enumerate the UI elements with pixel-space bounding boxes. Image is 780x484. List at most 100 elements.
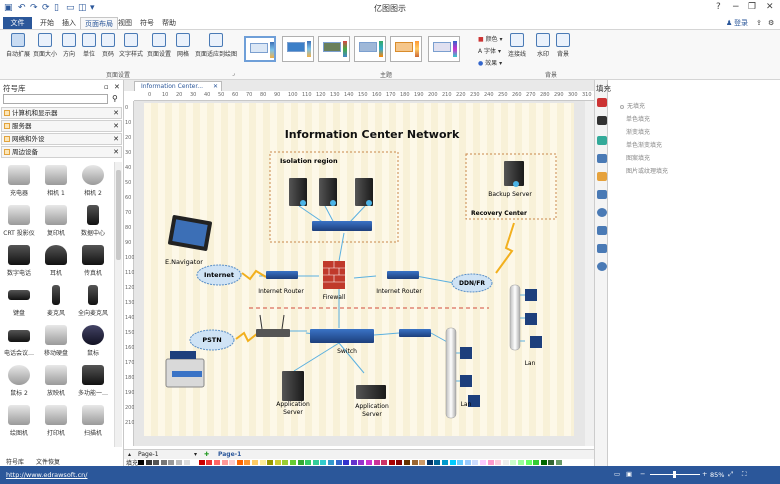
layer-icon[interactable]	[597, 172, 607, 181]
color-swatch[interactable]	[176, 460, 182, 465]
document-tab-close-icon[interactable]: ✕	[213, 82, 218, 91]
page-setup-launcher-icon[interactable]: ⌟	[232, 70, 235, 77]
library-search-input[interactable]	[3, 94, 108, 104]
website-link[interactable]: http://www.edrawsoft.cn/	[6, 471, 87, 479]
fill-option-none[interactable]: 无填充	[620, 101, 645, 110]
zoom-in-icon[interactable]: +	[702, 470, 707, 478]
settings-icon[interactable]: ⚙	[764, 17, 778, 29]
theme-4[interactable]	[354, 36, 386, 62]
color-swatch[interactable]	[183, 460, 190, 465]
internet-router-1-label[interactable]: Internet Router	[258, 288, 304, 295]
add-page-icon[interactable]: ✚	[204, 451, 209, 458]
tab-view[interactable]: 视图	[114, 17, 136, 29]
color-swatch[interactable]	[426, 460, 433, 465]
help-icon[interactable]: ?	[716, 2, 721, 12]
color-swatch[interactable]	[267, 460, 274, 465]
tab-home[interactable]: 开始	[36, 17, 58, 29]
app-server-1-label-line1[interactable]: Application	[276, 401, 310, 408]
color-swatch[interactable]	[160, 460, 167, 465]
isolation-region-label[interactable]: Isolation region	[280, 157, 338, 165]
shape-camera-1[interactable]: 相机 1	[38, 162, 74, 200]
tab-help[interactable]: 帮助	[158, 17, 180, 29]
color-swatch[interactable]	[419, 460, 426, 465]
color-swatch[interactable]	[297, 460, 304, 465]
color-swatch[interactable]	[335, 460, 342, 465]
color-swatch[interactable]	[548, 460, 555, 465]
internet-router-2[interactable]	[387, 271, 419, 279]
color-swatch[interactable]	[358, 460, 365, 465]
orientation-button[interactable]: 方向	[58, 33, 80, 58]
line-icon[interactable]	[597, 116, 607, 125]
switch-label[interactable]: Switch	[337, 348, 357, 355]
color-swatch[interactable]	[290, 460, 296, 465]
category-close-icon[interactable]: ✕	[113, 134, 119, 144]
color-swatch[interactable]	[533, 460, 540, 465]
lan-pc-2[interactable]	[525, 313, 537, 325]
wireless-router[interactable]	[256, 329, 290, 337]
pstn-cloud[interactable]: PSTN	[189, 329, 235, 351]
shape-copier[interactable]: 复印机	[38, 202, 74, 240]
recovery-center-label[interactable]: Recovery Center	[471, 210, 527, 217]
fill-option-single-gradient[interactable]: 单色渐变填充	[626, 140, 662, 149]
watermark-button[interactable]: 水印	[532, 33, 554, 58]
color-swatch[interactable]	[274, 460, 281, 465]
library-scroll-thumb[interactable]	[116, 170, 121, 260]
internet-router-1[interactable]	[266, 271, 298, 279]
color-swatch[interactable]	[259, 460, 266, 465]
lan-column-left[interactable]	[445, 327, 457, 419]
page-size-button[interactable]: 页面大小	[32, 33, 58, 58]
auto-expand-button[interactable]: 自动扩展	[5, 33, 31, 58]
page-selector[interactable]: Page-1	[138, 451, 159, 458]
fill-option-gradient[interactable]: 渐变填充	[626, 127, 650, 136]
theme-1[interactable]	[244, 36, 276, 62]
app-server-2-label-line2[interactable]: Server	[362, 411, 382, 418]
lan-left-pc-2[interactable]	[460, 375, 472, 387]
shape-headphones[interactable]: 耳机	[38, 242, 74, 280]
ddn-fr-cloud[interactable]: DDN/FR	[451, 273, 493, 293]
color-swatch[interactable]	[214, 460, 220, 465]
color-swatch[interactable]	[411, 460, 418, 465]
application-server-2[interactable]	[356, 385, 386, 399]
color-swatch[interactable]	[282, 460, 289, 465]
search-icon[interactable]: ⚲	[112, 94, 118, 103]
comment-icon[interactable]	[597, 244, 607, 253]
fit-page-icon[interactable]: ⤢	[728, 470, 733, 479]
maximize-icon[interactable]: ❐	[748, 2, 756, 12]
color-swatch[interactable]	[480, 460, 486, 465]
tab-insert[interactable]: 插入	[58, 17, 80, 29]
color-swatch[interactable]	[328, 460, 334, 465]
diagram-title[interactable]: Information Center Network	[285, 128, 460, 141]
application-server-1[interactable]	[282, 371, 304, 401]
document-icon[interactable]	[597, 190, 607, 199]
shape-conference-phone[interactable]: 电话会议…	[1, 322, 37, 360]
e-navigator-label[interactable]: E.Navigator	[165, 258, 203, 266]
color-swatch[interactable]	[396, 460, 403, 465]
library-category-network[interactable]: 网络和外设 ✕	[1, 133, 122, 145]
category-close-icon[interactable]: ✕	[113, 121, 119, 131]
color-swatch[interactable]	[495, 460, 502, 465]
library-pin-icon[interactable]: ▫	[104, 83, 109, 91]
shape-plotter[interactable]: 绘图机	[1, 402, 37, 440]
shape-digital-phone[interactable]: 数字电话	[1, 242, 37, 280]
shape-charger[interactable]: 充电器	[1, 162, 37, 200]
backup-server-label[interactable]: Backup Server	[488, 191, 532, 198]
color-swatch[interactable]	[472, 460, 479, 465]
theme-3[interactable]	[318, 36, 350, 62]
grid-button[interactable]: 网格	[172, 33, 194, 58]
color-swatch[interactable]	[373, 460, 380, 465]
fill-option-picture[interactable]: 图片或纹理填充	[626, 166, 668, 175]
fonts-button[interactable]: A 字体 ▾	[478, 46, 501, 55]
color-swatch[interactable]	[221, 460, 228, 465]
shape-printer[interactable]: 打印机	[38, 402, 74, 440]
page-number-button[interactable]: 页码	[97, 33, 119, 58]
color-swatch[interactable]	[206, 460, 213, 465]
image-icon[interactable]	[597, 154, 607, 163]
color-swatch[interactable]	[464, 460, 471, 465]
main-switch[interactable]	[310, 329, 374, 343]
color-swatch[interactable]	[305, 460, 312, 465]
shape-fax[interactable]: 传真机	[75, 242, 111, 280]
color-swatch[interactable]	[191, 460, 198, 465]
shape-omni-microphone[interactable]: 全向麦克风	[75, 282, 111, 320]
shape-mouse[interactable]: 鼠标	[75, 322, 111, 360]
firewall-label[interactable]: Firewall	[323, 294, 346, 301]
